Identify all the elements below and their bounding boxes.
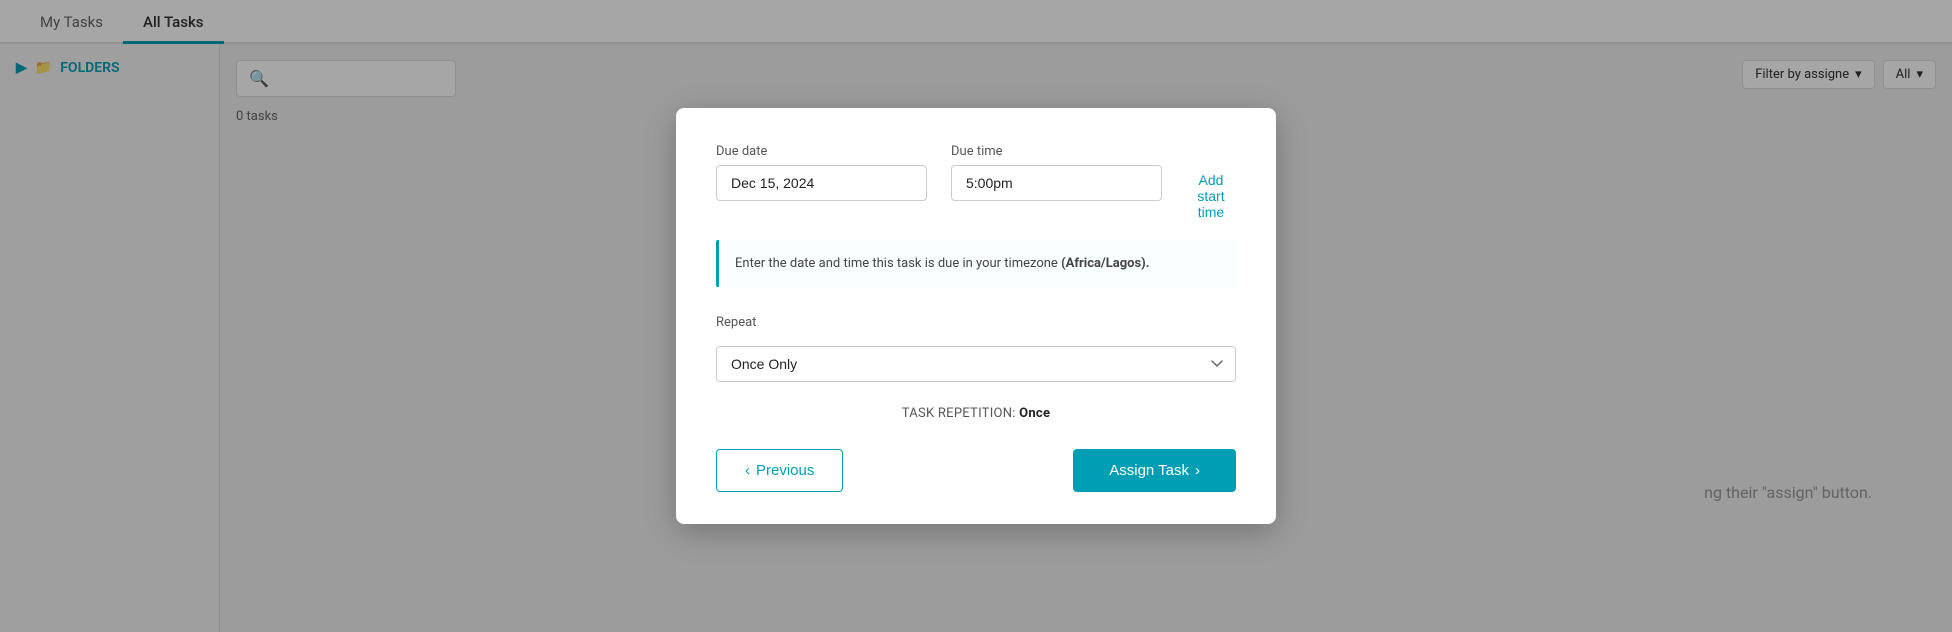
task-repetition-row: TASK REPETITION: Once (716, 406, 1236, 421)
due-date-group: Due date (716, 144, 927, 220)
due-date-label: Due date (716, 144, 927, 159)
timezone-info-box: Enter the date and time this task is due… (716, 240, 1236, 288)
task-repetition-label: TASK REPETITION: (902, 406, 1019, 421)
due-time-group: Due time (951, 144, 1162, 220)
info-text-normal: Enter the date and time this task is due… (735, 256, 1061, 271)
chevron-right-icon: › (1195, 462, 1200, 479)
chevron-left-icon: ‹ (745, 462, 750, 479)
task-repetition-value: Once (1019, 406, 1050, 421)
repeat-label: Repeat (716, 315, 1236, 330)
add-start-time-button[interactable]: Add start time (1186, 172, 1236, 220)
repeat-group: Repeat Once Only Daily Weekly Monthly Ye… (716, 315, 1236, 382)
previous-button[interactable]: ‹ Previous (716, 449, 843, 492)
repeat-select[interactable]: Once Only Daily Weekly Monthly Yearly (716, 346, 1236, 382)
assign-task-modal: Due date Due time Add start time Enter t… (676, 108, 1276, 525)
due-time-input[interactable] (951, 165, 1162, 201)
due-date-input[interactable] (716, 165, 927, 201)
date-time-row: Due date Due time Add start time (716, 144, 1236, 220)
previous-label: Previous (756, 462, 814, 479)
modal-overlay: Due date Due time Add start time Enter t… (0, 0, 1952, 632)
modal-footer: ‹ Previous Assign Task › (716, 449, 1236, 492)
assign-task-button[interactable]: Assign Task › (1073, 449, 1236, 492)
assign-label: Assign Task (1109, 462, 1189, 479)
info-text-bold: (Africa/Lagos). (1061, 256, 1149, 271)
due-time-label: Due time (951, 144, 1162, 159)
